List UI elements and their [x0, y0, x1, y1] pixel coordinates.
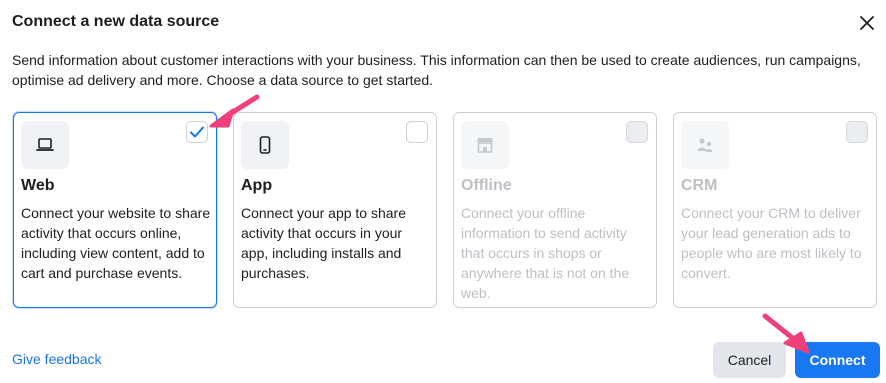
- people-icon: [681, 121, 729, 169]
- source-name: Web: [21, 177, 55, 194]
- source-card-app[interactable]: App Connect your app to share activity t…: [233, 112, 437, 308]
- cancel-button[interactable]: Cancel: [713, 342, 786, 378]
- connect-button[interactable]: Connect: [795, 342, 880, 378]
- source-card-crm: CRM Connect your CRM to deliver your lea…: [673, 112, 877, 308]
- source-card-offline: Offline Connect your offline information…: [453, 112, 657, 308]
- close-icon[interactable]: [857, 13, 877, 33]
- dialog-description: Send information about customer interact…: [12, 52, 861, 88]
- offline-checkbox: [626, 121, 648, 143]
- checkmark-icon: [190, 126, 204, 138]
- dialog-title: Connect a new data source: [12, 13, 220, 30]
- crm-checkbox: [846, 121, 868, 143]
- source-name: CRM: [681, 177, 718, 194]
- source-card-web[interactable]: Web Connect your website to share activi…: [13, 112, 217, 308]
- source-description: Connect your app to share activity that …: [241, 205, 406, 281]
- store-icon: [461, 121, 509, 169]
- give-feedback-link[interactable]: Give feedback: [12, 351, 102, 367]
- laptop-icon: [21, 121, 69, 169]
- source-name: Offline: [461, 177, 512, 194]
- app-checkbox[interactable]: [406, 121, 428, 143]
- source-description: Connect your CRM to deliver your lead ge…: [681, 205, 862, 281]
- source-description: Connect your offline information to send…: [461, 205, 630, 301]
- mobile-phone-icon: [241, 121, 289, 169]
- source-description: Connect your website to share activity t…: [21, 205, 211, 281]
- source-name: App: [241, 177, 273, 194]
- web-checkbox[interactable]: [186, 121, 208, 143]
